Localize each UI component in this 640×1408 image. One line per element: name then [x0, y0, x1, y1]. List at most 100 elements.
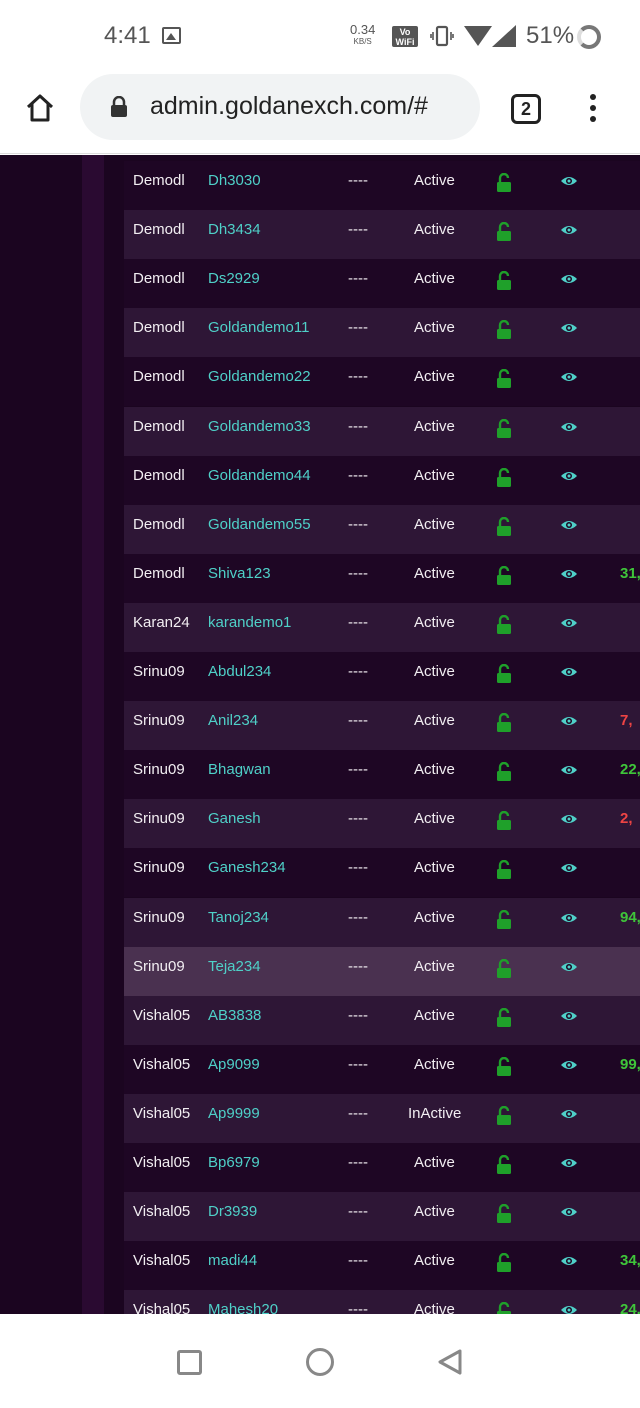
table-row[interactable]: Vishal05 Dr3939 ---- Active	[124, 1192, 640, 1242]
unlock-icon[interactable]	[496, 1155, 512, 1175]
url-text[interactable]: admin.goldanexch.com/#	[150, 92, 428, 121]
username-link[interactable]: Ap9999	[208, 1094, 260, 1143]
table-row[interactable]: Srinu09 Anil234 ---- Active 7,	[124, 701, 640, 751]
username-link[interactable]: Dh3434	[208, 210, 261, 259]
unlock-icon[interactable]	[496, 614, 512, 635]
unlock-icon[interactable]	[496, 320, 512, 340]
username-link[interactable]: karandemo1	[208, 603, 291, 652]
username-link[interactable]: Dr3939	[208, 1192, 257, 1241]
view-eye-icon[interactable]	[560, 616, 578, 630]
table-row[interactable]: Vishal05 Ap9999 ---- InActive	[124, 1093, 640, 1143]
table-row[interactable]: Vishal05 AB3838 ---- Active	[124, 995, 640, 1045]
view-eye-icon[interactable]	[560, 1058, 578, 1072]
view-eye-icon[interactable]	[560, 911, 578, 925]
table-row[interactable]: Demodl Goldandemo33 ---- Active	[124, 406, 640, 456]
unlock-icon[interactable]	[496, 958, 512, 979]
more-menu-icon[interactable]	[588, 94, 598, 124]
view-eye-icon[interactable]	[560, 272, 578, 286]
view-eye-icon[interactable]	[560, 1205, 578, 1219]
table-row[interactable]: Vishal05 madi44 ---- Active 34,	[124, 1241, 640, 1291]
unlock-icon[interactable]	[496, 565, 512, 586]
view-eye-icon[interactable]	[560, 1156, 578, 1170]
table-row[interactable]: Karan24 karandemo1 ---- Active	[124, 602, 640, 652]
view-eye-icon[interactable]	[560, 420, 578, 434]
unlock-icon[interactable]	[496, 860, 512, 880]
username-link[interactable]: Bp6979	[208, 1143, 260, 1192]
table-row[interactable]: Demodl Goldandemo22 ---- Active	[124, 357, 640, 407]
table-row[interactable]: Demodl Dh3434 ---- Active	[124, 210, 640, 260]
username-link[interactable]: Dh3030	[208, 161, 261, 210]
view-eye-icon[interactable]	[560, 1107, 578, 1121]
unlock-icon[interactable]	[496, 1204, 512, 1224]
table-row[interactable]: Vishal05 Ap9099 ---- Active 99,	[124, 1044, 640, 1094]
username-link[interactable]: Ds2929	[208, 259, 260, 308]
view-eye-icon[interactable]	[560, 960, 578, 974]
table-row[interactable]: Demodl Goldandemo11 ---- Active	[124, 308, 640, 358]
view-eye-icon[interactable]	[560, 469, 578, 483]
table-row[interactable]: Srinu09 Ganesh ---- Active 2,	[124, 799, 640, 849]
unlock-icon[interactable]	[496, 1105, 512, 1126]
username-link[interactable]: Bhagwan	[208, 750, 271, 799]
username-link[interactable]: Goldandemo11	[208, 308, 309, 357]
view-eye-icon[interactable]	[560, 861, 578, 875]
recents-button[interactable]	[177, 1350, 202, 1375]
view-eye-icon[interactable]	[560, 174, 578, 188]
table-row[interactable]: Vishal05 Bp6979 ---- Active	[124, 1143, 640, 1192]
view-eye-icon[interactable]	[560, 1009, 578, 1023]
username-link[interactable]: madi44	[208, 1241, 257, 1290]
username-link[interactable]: Abdul234	[208, 652, 271, 701]
unlock-icon[interactable]	[496, 811, 512, 831]
unlock-icon[interactable]	[496, 1007, 512, 1028]
home-nav-button[interactable]	[306, 1348, 334, 1376]
unlock-icon[interactable]	[496, 713, 512, 733]
view-eye-icon[interactable]	[560, 518, 578, 532]
home-icon[interactable]	[24, 92, 56, 124]
table-row[interactable]: Srinu09 Teja234 ---- Active	[124, 946, 640, 996]
username-link[interactable]: AB3838	[208, 996, 261, 1045]
unlock-icon[interactable]	[496, 909, 512, 930]
username-link[interactable]: Goldandemo22	[208, 357, 311, 406]
view-eye-icon[interactable]	[560, 321, 578, 335]
unlock-icon[interactable]	[496, 762, 512, 782]
username-link[interactable]: Mahesh20	[208, 1290, 278, 1314]
table-row[interactable]: Srinu09 Bhagwan ---- Active 22,	[124, 750, 640, 800]
username-link[interactable]: Goldandemo55	[208, 505, 311, 554]
unlock-icon[interactable]	[496, 1056, 512, 1077]
view-eye-icon[interactable]	[560, 763, 578, 777]
unlock-icon[interactable]	[496, 516, 512, 537]
table-row[interactable]: Demodl Dh3030 ---- Active	[124, 161, 640, 210]
table-row[interactable]: Srinu09 Abdul234 ---- Active	[124, 652, 640, 701]
username-link[interactable]: Tanoj234	[208, 898, 269, 947]
view-eye-icon[interactable]	[560, 223, 578, 237]
unlock-icon[interactable]	[496, 467, 512, 488]
table-row[interactable]: Demodl Goldandemo55 ---- Active	[124, 504, 640, 554]
view-eye-icon[interactable]	[560, 812, 578, 826]
unlock-icon[interactable]	[496, 664, 512, 684]
table-row[interactable]: Vishal05 Mahesh20 ---- Active 24,	[124, 1290, 640, 1314]
view-eye-icon[interactable]	[560, 714, 578, 728]
table-row[interactable]: Demodl Goldandemo44 ---- Active	[124, 455, 640, 505]
unlock-icon[interactable]	[496, 1302, 512, 1314]
unlock-icon[interactable]	[496, 222, 512, 242]
table-row[interactable]: Demodl Shiva123 ---- Active 31,	[124, 553, 640, 603]
back-button[interactable]	[436, 1348, 464, 1376]
username-link[interactable]: Ap9099	[208, 1045, 260, 1094]
view-eye-icon[interactable]	[560, 1303, 578, 1314]
username-link[interactable]: Goldandemo44	[208, 456, 311, 505]
table-row[interactable]: Srinu09 Tanoj234 ---- Active 94,	[124, 897, 640, 947]
username-link[interactable]: Anil234	[208, 701, 258, 750]
unlock-icon[interactable]	[496, 271, 512, 291]
view-eye-icon[interactable]	[560, 370, 578, 384]
username-link[interactable]: Shiva123	[208, 554, 271, 603]
unlock-icon[interactable]	[496, 1253, 512, 1273]
view-eye-icon[interactable]	[560, 567, 578, 581]
unlock-icon[interactable]	[496, 418, 512, 439]
username-link[interactable]: Ganesh	[208, 799, 261, 848]
unlock-icon[interactable]	[496, 369, 512, 389]
view-eye-icon[interactable]	[560, 665, 578, 679]
view-eye-icon[interactable]	[560, 1254, 578, 1268]
username-link[interactable]: Teja234	[208, 947, 261, 996]
tab-switcher-button[interactable]: 2	[511, 94, 541, 124]
address-bar[interactable]: admin.goldanexch.com/#	[80, 74, 480, 140]
unlock-icon[interactable]	[496, 173, 512, 193]
